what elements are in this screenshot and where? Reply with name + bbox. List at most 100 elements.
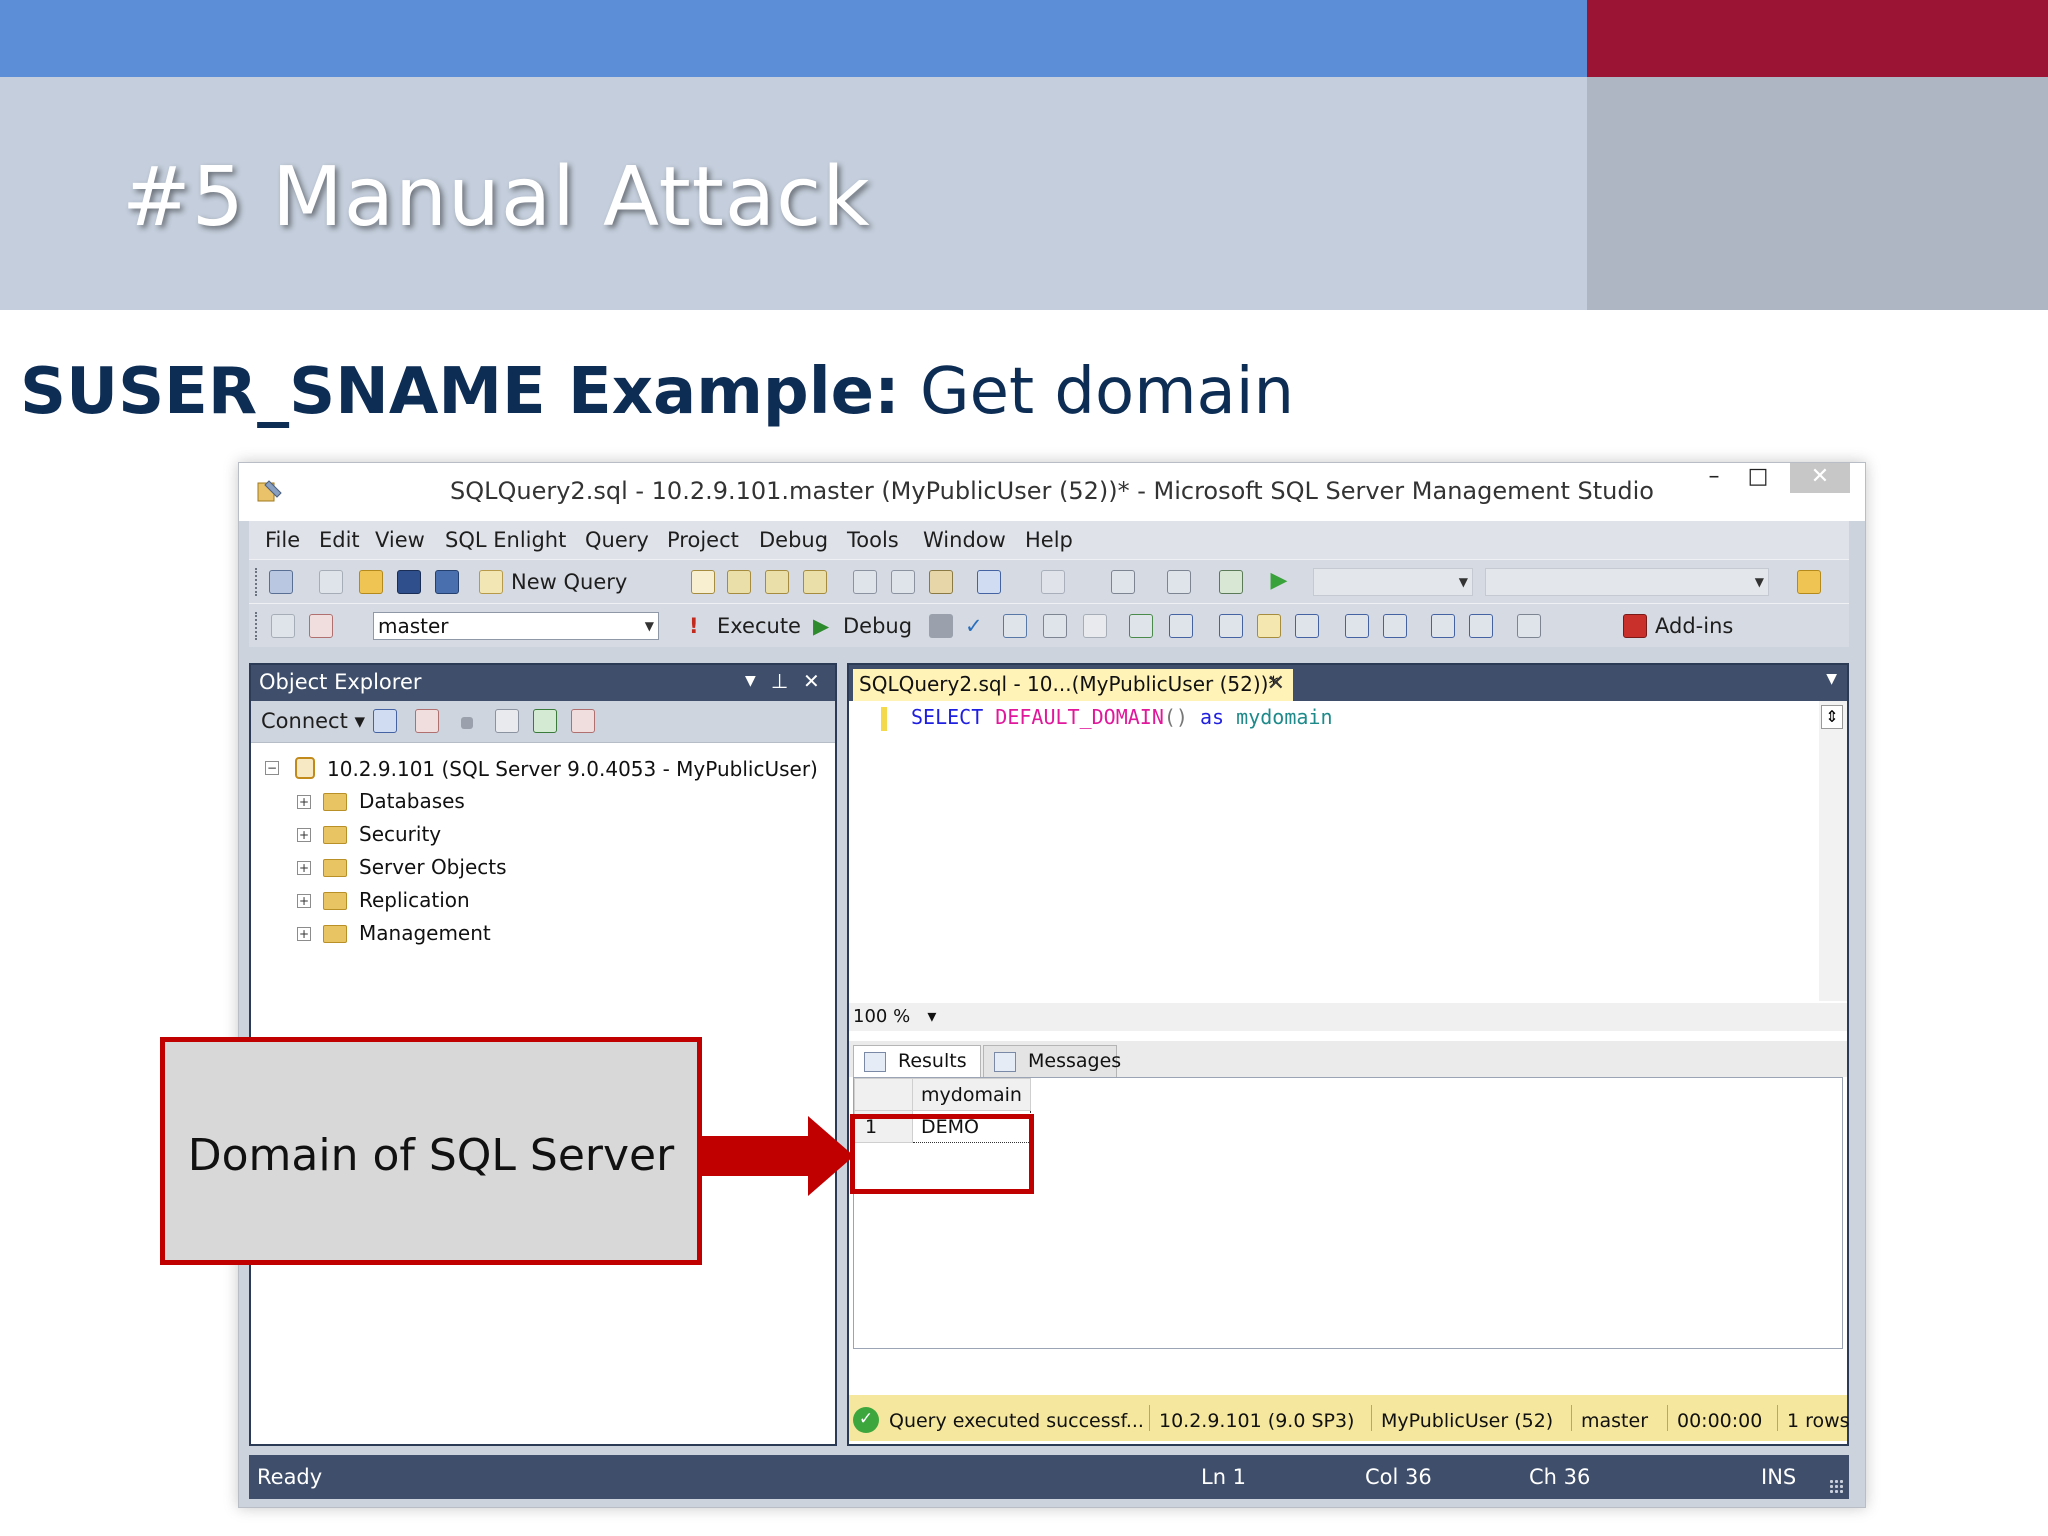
split-handle-icon[interactable]: ⇕	[1821, 705, 1843, 729]
database-engine-query-icon[interactable]	[691, 570, 715, 594]
collapse-icon[interactable]: −	[265, 761, 279, 775]
tab-messages[interactable]: Messages	[983, 1045, 1121, 1077]
divider	[1149, 1405, 1150, 1431]
results-to-file-icon[interactable]	[1295, 614, 1319, 638]
menu-edit[interactable]: Edit	[319, 528, 360, 552]
new-query-icon[interactable]	[479, 570, 503, 594]
window-title: SQLQuery2.sql - 10.2.9.101.master (MyPub…	[450, 477, 1654, 505]
add-ins-icon[interactable]	[1623, 614, 1647, 638]
undo-icon[interactable]	[977, 570, 1001, 594]
decrease-indent-icon[interactable]	[1431, 614, 1455, 638]
object-explorer-icon[interactable]	[1797, 570, 1821, 594]
analyze-query-icon[interactable]	[1169, 614, 1193, 638]
menu-view[interactable]: View	[375, 528, 425, 552]
include-plan-icon[interactable]	[1219, 614, 1243, 638]
code-alias: mydomain	[1236, 705, 1333, 729]
debug-button[interactable]: Debug	[843, 614, 912, 638]
editor-vertical-scrollbar[interactable]: ⇕	[1819, 701, 1847, 1001]
redo-icon[interactable]	[1041, 570, 1065, 594]
design-query-icon[interactable]	[1003, 614, 1027, 638]
cancel-query-icon[interactable]	[929, 614, 953, 638]
query-status-bar: ✓ Query executed successf... 10.2.9.101 …	[849, 1395, 1850, 1441]
parse-icon[interactable]: ✓	[965, 614, 983, 638]
tab-close-icon[interactable]: ✕	[1267, 671, 1285, 696]
save-icon[interactable]	[397, 570, 421, 594]
start-icon[interactable]: ▶	[1267, 570, 1291, 594]
expand-icon[interactable]: +	[297, 795, 311, 809]
paste-icon[interactable]	[929, 570, 953, 594]
new-query-button[interactable]: New Query	[511, 570, 627, 594]
minimize-button[interactable]: –	[1691, 463, 1737, 493]
toolbar-grip[interactable]	[255, 568, 259, 596]
menu-debug[interactable]: Debug	[759, 528, 828, 552]
divider	[1777, 1405, 1778, 1431]
results-to-grid-icon[interactable]	[1257, 614, 1281, 638]
intellisense-icon[interactable]	[1083, 614, 1107, 638]
cut-icon[interactable]	[853, 570, 877, 594]
copy-icon[interactable]	[891, 570, 915, 594]
analysis-query-icon[interactable]	[727, 570, 751, 594]
available-databases-select[interactable]: master ▼	[373, 612, 659, 640]
disconnect-server-icon[interactable]	[415, 709, 439, 733]
solution-config-select[interactable]: ▼	[1313, 568, 1473, 596]
panel-close-icon[interactable]: ✕	[803, 669, 820, 693]
expand-icon[interactable]: +	[297, 828, 311, 842]
save-all-icon[interactable]	[435, 570, 459, 594]
new-project-icon[interactable]	[269, 570, 293, 594]
connect-button[interactable]: Connect ▾	[261, 709, 365, 733]
menu-help[interactable]: Help	[1025, 528, 1073, 552]
row-header-corner[interactable]	[854, 1078, 913, 1111]
menu-tools[interactable]: Tools	[847, 528, 899, 552]
close-button[interactable]: ✕	[1790, 463, 1850, 493]
menu-file[interactable]: File	[265, 528, 300, 552]
expand-icon[interactable]: +	[297, 861, 311, 875]
disconnect-icon[interactable]	[309, 614, 333, 638]
solution-platform-select[interactable]: ▼	[1485, 568, 1769, 596]
zoom-select[interactable]: 100 % ▾	[853, 1006, 936, 1027]
add-ins-button[interactable]: Add-ins	[1655, 614, 1733, 638]
add-item-icon[interactable]	[319, 570, 343, 594]
menu-project[interactable]: Project	[667, 528, 739, 552]
panel-dropdown-icon[interactable]: ▼	[745, 673, 756, 689]
debug-icon[interactable]: ▶	[813, 614, 829, 638]
execute-icon[interactable]: !	[689, 614, 699, 638]
increase-indent-icon[interactable]	[1469, 614, 1493, 638]
xmla-query-icon[interactable]	[803, 570, 827, 594]
menu-sql-enlight[interactable]: SQL Enlight	[445, 528, 566, 552]
column-header-mydomain[interactable]: mydomain	[912, 1078, 1031, 1111]
expand-icon[interactable]: +	[297, 894, 311, 908]
menu-query[interactable]: Query	[585, 528, 649, 552]
refresh-icon[interactable]	[533, 709, 557, 733]
pin-icon[interactable]: ⊥	[771, 669, 788, 693]
toolbar-grip[interactable]	[255, 612, 259, 640]
activity-monitor-icon[interactable]	[1219, 570, 1243, 594]
object-explorer-toolbar: Connect ▾	[251, 701, 835, 743]
tab-results[interactable]: Results	[853, 1045, 981, 1077]
comment-icon[interactable]	[1345, 614, 1369, 638]
menu-window[interactable]: Window	[923, 528, 1006, 552]
registered-servers-icon[interactable]	[1167, 570, 1191, 594]
specify-values-icon[interactable]	[1043, 614, 1067, 638]
dmx-query-icon[interactable]	[765, 570, 789, 594]
slide: #5 Manual Attack SUSER_SNAME Example: Ge…	[0, 0, 2048, 1536]
connect-icon[interactable]	[271, 614, 295, 638]
stop-icon[interactable]	[461, 717, 473, 729]
database-value: master	[378, 614, 449, 638]
code-editor[interactable]: SELECT DEFAULT_DOMAIN() as mydomain	[849, 701, 1809, 1003]
expand-icon[interactable]: +	[297, 927, 311, 941]
subtitle-bold: SUSER_SNAME Example:	[20, 355, 900, 429]
summary-icon[interactable]	[571, 709, 595, 733]
open-folder-icon[interactable]	[359, 570, 383, 594]
execute-button[interactable]: Execute	[717, 614, 801, 638]
display-plan-icon[interactable]	[1129, 614, 1153, 638]
specify-template-icon[interactable]	[1517, 614, 1541, 638]
uncomment-icon[interactable]	[1383, 614, 1407, 638]
tree-node-label: Management	[359, 921, 491, 945]
maximize-button[interactable]: □	[1735, 463, 1781, 493]
resize-grip-icon[interactable]	[1829, 1479, 1845, 1495]
tab-list-dropdown-icon[interactable]: ▼	[1826, 671, 1837, 687]
document-tab[interactable]: SQLQuery2.sql - 10...(MyPublicUser (52))…	[853, 669, 1293, 701]
connect-server-icon[interactable]	[373, 709, 397, 733]
filter-icon[interactable]	[495, 709, 519, 733]
navigate-icon[interactable]	[1111, 570, 1135, 594]
